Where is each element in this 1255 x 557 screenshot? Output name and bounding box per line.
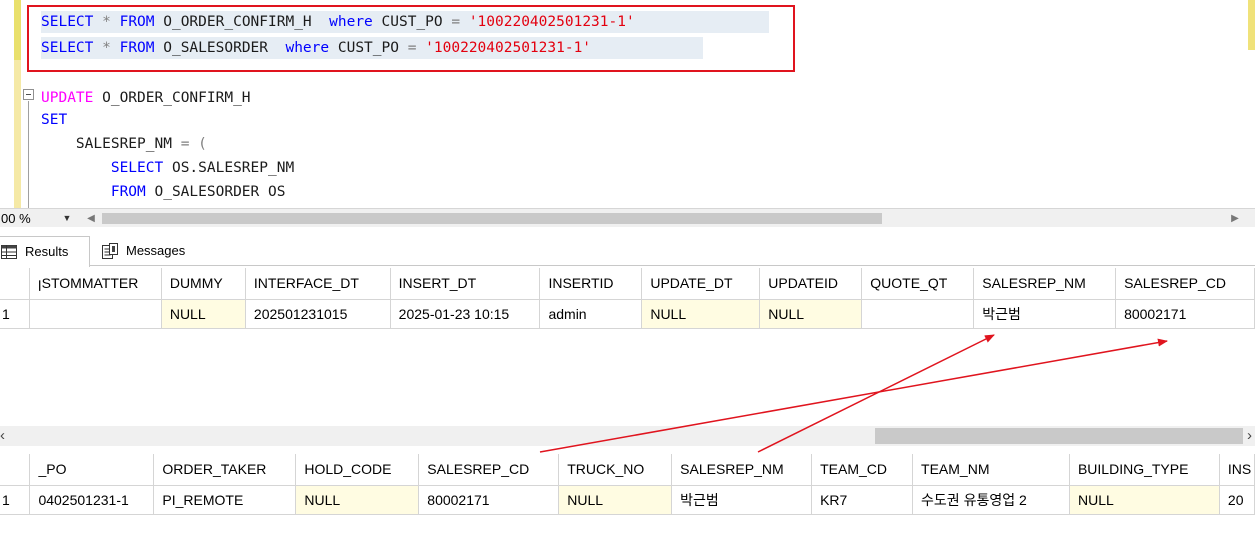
annotation-box (27, 5, 795, 72)
tab-messages-label: Messages (126, 243, 186, 258)
code-token: FROM (110, 184, 146, 200)
grid-cell[interactable]: NULL (641, 299, 761, 329)
row-number[interactable]: 1 (0, 299, 30, 329)
grid-cell[interactable]: 80002171 (1115, 299, 1255, 329)
column-header[interactable]: INTERFACE_DT (245, 268, 391, 300)
column-header[interactable]: UPDATEID (759, 268, 863, 300)
chevron-down-icon[interactable]: ▼ (60, 211, 74, 226)
grid-cell[interactable]: 20 (1219, 485, 1255, 515)
code-token: SET (41, 112, 68, 128)
column-header[interactable]: INSERTID (539, 268, 643, 300)
zoom-level[interactable]: 00 % (0, 209, 32, 228)
grid-cell[interactable]: 202501231015 (245, 299, 391, 329)
sql-editor[interactable]: SELECT * FROM O_ORDER_CONFIRM_H where CU… (0, 0, 1255, 208)
grid-cell[interactable]: 80002171 (418, 485, 560, 515)
column-header[interactable]: SALESREP_NM (973, 268, 1117, 300)
grid-header-row: _PO ORDER_TAKER HOLD_CODE SALESREP_CD TRUCK_… (0, 454, 1255, 486)
column-header[interactable]: SALESREP_NM (671, 454, 813, 486)
column-header[interactable]: ꞁSTOMMATTER (29, 268, 162, 300)
editor-status-row: 00 % ▼ ◀ ▶ (0, 208, 1255, 227)
grid-cell[interactable]: 2025-01-23 10:15 (390, 299, 541, 329)
column-header[interactable]: BUILDING_TYPE (1069, 454, 1220, 486)
code-line[interactable]: SALESREP_NM = ( (41, 133, 207, 155)
grid-cell[interactable]: NULL (295, 485, 420, 515)
grid-header-row: ꞁSTOMMATTER DUMMY INTERFACE_DT INSERT_DT INS… (0, 268, 1255, 300)
grid-hscrollbar[interactable]: ‹ › (0, 426, 1255, 446)
grid-cell[interactable]: admin (539, 299, 643, 329)
code-token: UPDATE (41, 90, 94, 106)
column-header[interactable] (0, 268, 30, 300)
row-number[interactable]: 1 (0, 485, 31, 515)
grid-cell[interactable]: PI_REMOTE (153, 485, 297, 515)
grid-hscroll-thumb[interactable] (875, 428, 1243, 444)
change-marker (14, 60, 21, 208)
column-header[interactable]: TEAM_CD (811, 454, 914, 486)
grid-cell[interactable]: NULL (1069, 485, 1220, 515)
code-token: O_SALESORDER OS (145, 184, 286, 200)
column-header[interactable]: UPDATE_DT (641, 268, 761, 300)
code-line[interactable]: FROM O_SALESORDER OS (41, 181, 286, 203)
grid-cell[interactable]: NULL (161, 299, 246, 329)
grid-cell[interactable]: NULL (759, 299, 863, 329)
code-line[interactable]: SET (41, 109, 67, 131)
result-tabs: Results Messages (0, 236, 1255, 267)
column-header[interactable]: HOLD_CODE (295, 454, 420, 486)
code-line[interactable]: SELECT OS.SALESREP_NM (41, 157, 294, 179)
grid-cell[interactable]: NULL (558, 485, 673, 515)
editor-hscroll-thumb[interactable] (102, 213, 882, 224)
grid-cell[interactable]: 박근범 (671, 485, 813, 515)
column-header[interactable]: TEAM_NM (912, 454, 1070, 486)
code-token: = ( (180, 136, 207, 152)
column-header[interactable]: _PO (29, 454, 155, 486)
code-line[interactable]: UPDATE O_ORDER_CONFIRM_H (41, 87, 251, 109)
grid-cell[interactable] (861, 299, 975, 329)
grid-cell[interactable]: 박근범 (973, 299, 1117, 329)
column-header[interactable]: DUMMY (161, 268, 246, 300)
code-token: O_ORDER_CONFIRM_H (93, 90, 251, 106)
grid-cell[interactable]: 수도권 유통영업 2 (912, 485, 1070, 515)
scroll-left-icon[interactable]: ◀ (85, 210, 97, 227)
tab-results[interactable]: Results (0, 236, 90, 267)
grid-cell[interactable]: KR7 (811, 485, 914, 515)
code-token: OS.SALESREP_NM (163, 160, 295, 176)
grid-icon (1, 245, 17, 259)
column-header[interactable]: SALESREP_CD (1115, 268, 1255, 300)
column-header[interactable]: TRUCK_NO (558, 454, 673, 486)
column-header[interactable] (0, 454, 31, 486)
fold-guide (28, 101, 29, 208)
change-marker (1248, 0, 1255, 50)
tab-messages[interactable]: Messages (98, 236, 212, 266)
code-token: SALESREP_NM (41, 136, 181, 152)
grid-cell[interactable] (29, 299, 162, 329)
collapse-icon[interactable] (23, 89, 34, 100)
scroll-right-icon[interactable]: › (1247, 428, 1255, 444)
table-row[interactable]: 1 NULL 202501231015 2025-01-23 10:15 admin NU… (0, 299, 1255, 329)
column-header[interactable]: SALESREP_CD (418, 454, 560, 486)
column-header[interactable]: INS (1219, 454, 1255, 486)
column-header[interactable]: INSERT_DT (390, 268, 541, 300)
column-header[interactable]: QUOTE_QT (861, 268, 975, 300)
scroll-right-icon[interactable]: ▶ (1229, 210, 1241, 227)
results-grid-2[interactable]: _PO ORDER_TAKER HOLD_CODE SALESREP_CD TRUCK_… (0, 454, 1255, 516)
grid-cell[interactable]: 0402501231-1 (29, 485, 155, 515)
table-row[interactable]: 1 0402501231-1 PI_REMOTE NULL 80002171 NULL 박근… (0, 485, 1255, 515)
tab-results-label: Results (25, 244, 69, 259)
code-token: SELECT (110, 160, 164, 176)
messages-icon (102, 243, 118, 259)
column-header[interactable]: ORDER_TAKER (153, 454, 297, 486)
change-marker (14, 0, 21, 60)
scroll-left-icon[interactable]: ‹ (0, 428, 12, 444)
results-grid-1[interactable]: ꞁSTOMMATTER DUMMY INTERFACE_DT INSERT_DT INS… (0, 268, 1255, 330)
